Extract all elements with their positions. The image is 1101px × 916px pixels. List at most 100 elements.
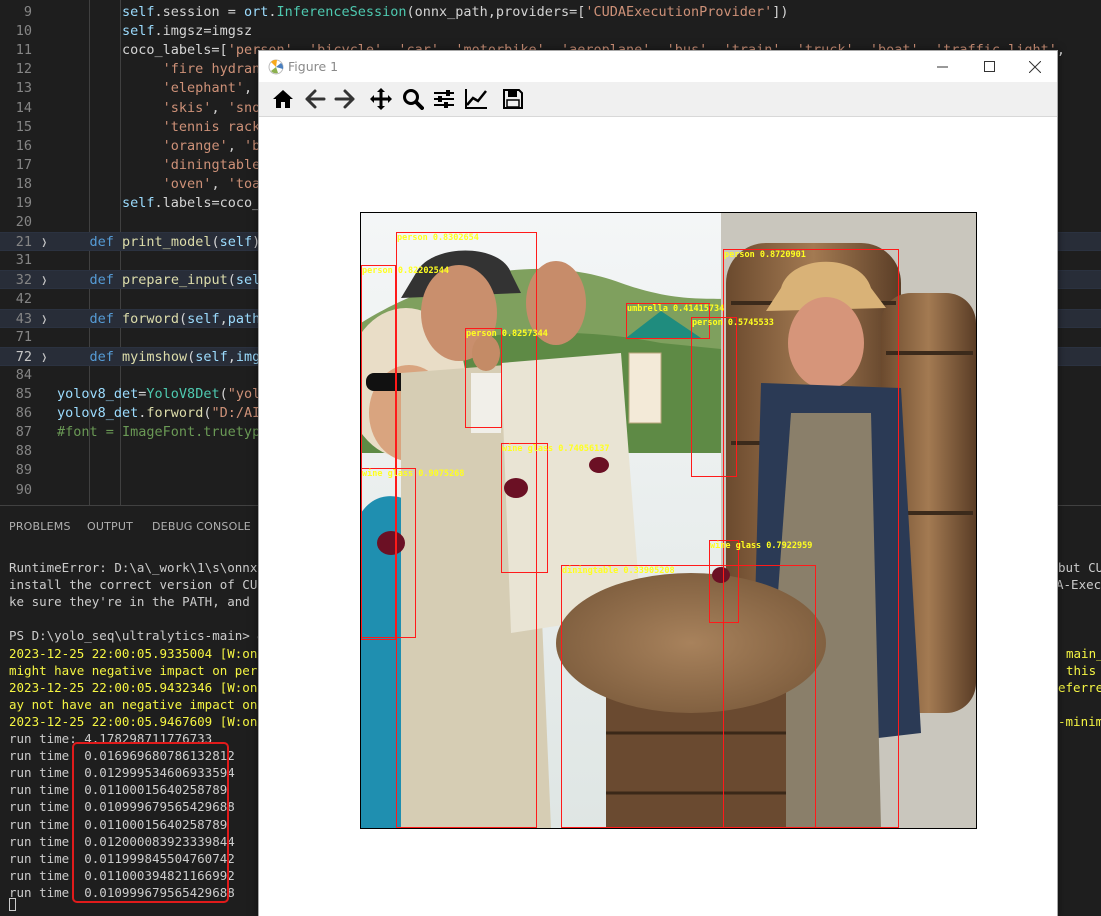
detection-label: person 0.82202544 [362, 266, 449, 276]
line-number: 20 [15, 214, 32, 231]
detection-box [361, 468, 416, 638]
line-number: 14 [15, 99, 32, 116]
line-number: 89 [15, 462, 32, 479]
detection-box [691, 317, 737, 477]
pan-button[interactable] [367, 86, 395, 112]
fold-chevron-icon[interactable]: ❯ [42, 348, 50, 367]
detection-label: person 0.8302654 [397, 233, 479, 243]
image-axes[interactable]: person 0.8302654 person 0.82202544 person … [360, 212, 977, 829]
code-text: yolov8_det.forword("D:/AI_ [57, 405, 269, 422]
line-number: 84 [15, 366, 32, 383]
code-text: 'diningtable' [162, 156, 269, 173]
detection-label: umbrella 0.41415734 [627, 304, 725, 314]
terminal-line-fragment: eferre [1058, 679, 1101, 695]
line-number: 88 [15, 443, 32, 460]
terminal-line: 2023-12-25 22:00:05.9335004 [W:onnxr [9, 645, 280, 661]
line-number: 85 [15, 386, 32, 402]
line-number: 18 [15, 175, 32, 192]
code-text: def myimshow(self,img, [89, 348, 269, 365]
figure-canvas[interactable]: person 0.8302654 person 0.82202544 person … [259, 117, 1057, 916]
terminal-line-fragment: this [1066, 662, 1101, 678]
terminal-line: PS D:\yolo_seq\ultralytics-main> & C [9, 628, 280, 644]
tab-debug-console[interactable]: DEBUG CONSOLE [152, 520, 251, 533]
line-number: 31 [15, 252, 32, 269]
line-number: 87 [15, 424, 32, 441]
code-text: def forword(self,path) [89, 310, 269, 327]
configure-subplots-button[interactable] [430, 86, 458, 112]
pan-move-icon [370, 88, 392, 110]
line-number: 42 [15, 290, 32, 307]
line-number: 9 [23, 4, 32, 20]
detection-box [465, 328, 502, 428]
code-text: def prepare_input(self [89, 272, 269, 289]
detection-label: person 0.5745533 [692, 318, 774, 328]
line-number: 86 [15, 405, 32, 422]
code-text: 'tennis racke [162, 118, 269, 135]
code-text: 'skis', 'snow [162, 99, 269, 116]
terminal-line: ay not have an negative impact on pe [9, 696, 280, 712]
terminal-line: might have negative impact on perfor [9, 662, 280, 678]
minimize-icon [936, 66, 948, 68]
maximize-button[interactable] [966, 51, 1012, 82]
edit-axis-button[interactable] [462, 86, 490, 112]
forward-arrow-icon [334, 89, 355, 109]
back-arrow-icon [305, 89, 326, 109]
save-floppy-icon [503, 89, 523, 109]
detection-label: diningtable 0.33905208 [562, 566, 675, 576]
detection-label: wine glass 0.9075268 [362, 469, 465, 479]
line-number: 19 [15, 195, 32, 211]
code-line[interactable]: 10 self.imgsz=imgsz [0, 22, 1101, 41]
detection-box [501, 443, 548, 573]
code-text: 'fire hydrant' [162, 61, 277, 78]
terminal-line: install the correct version of CUDA [9, 577, 280, 593]
forward-button[interactable] [331, 86, 359, 112]
terminal-line-fragment: but CU [1058, 560, 1101, 575]
line-number: 90 [15, 481, 32, 498]
minimize-button[interactable] [919, 51, 965, 82]
line-number: 43 [15, 310, 32, 327]
line-number: 72 [15, 348, 32, 365]
code-line[interactable]: 9 self.session = ort.InferenceSession(on… [0, 3, 1101, 22]
code-text: yolov8_det=YoloV8Det("yolo [57, 386, 269, 402]
terminal-line: ke sure they're in the PATH, and tha [9, 594, 280, 610]
terminal-line-fragment: A-Exec [1056, 577, 1101, 593]
terminal-line-fragment: -minim [1058, 713, 1101, 729]
close-button[interactable] [1012, 51, 1058, 82]
maximize-icon [983, 61, 995, 72]
fold-chevron-icon[interactable]: ❯ [42, 310, 50, 329]
matplotlib-app-icon [268, 59, 284, 75]
run-time-highlight-box [72, 742, 229, 903]
configure-subplots-icon [434, 90, 454, 108]
save-button[interactable] [499, 86, 527, 112]
code-text: 'orange', 'br [162, 137, 269, 154]
code-text: 'elephant', ' [162, 80, 269, 97]
tab-output[interactable]: OUTPUT [87, 520, 133, 533]
line-number: 13 [15, 80, 32, 97]
figure-window[interactable]: Figure 1 person 0.8302654 person 0.82202… [258, 50, 1058, 916]
home-icon [273, 90, 293, 108]
zoom-button[interactable] [399, 86, 427, 112]
terminal-line-fragment: main_ [1066, 645, 1101, 661]
line-number: 71 [15, 328, 32, 345]
home-button[interactable] [269, 86, 297, 112]
edit-axis-line-icon [465, 89, 487, 109]
figure-toolbar [259, 82, 1057, 117]
tab-problems[interactable]: PROBLEMS [9, 520, 71, 533]
line-number: 12 [15, 61, 32, 78]
figure-titlebar[interactable]: Figure 1 [259, 51, 1057, 82]
line-number: 10 [15, 23, 32, 40]
detection-label: person 0.8720901 [724, 250, 806, 260]
detection-label: wine glass 0.7922959 [710, 541, 813, 551]
fold-chevron-icon[interactable]: ❯ [42, 233, 50, 252]
detection-box [561, 565, 816, 828]
line-number: 21 [15, 234, 32, 251]
code-text: self.labels=coco_l [122, 195, 269, 211]
code-text: self.imgsz=imgsz [122, 23, 253, 40]
back-button[interactable] [301, 86, 329, 112]
terminal-line: 2023-12-25 22:00:05.9432346 [W:onnxr [9, 679, 280, 695]
fold-chevron-icon[interactable]: ❯ [42, 271, 50, 290]
terminal-cursor [9, 898, 16, 911]
code-text: def print_model(self): [89, 234, 269, 251]
window-title: Figure 1 [288, 59, 339, 74]
line-number: 15 [15, 118, 32, 135]
